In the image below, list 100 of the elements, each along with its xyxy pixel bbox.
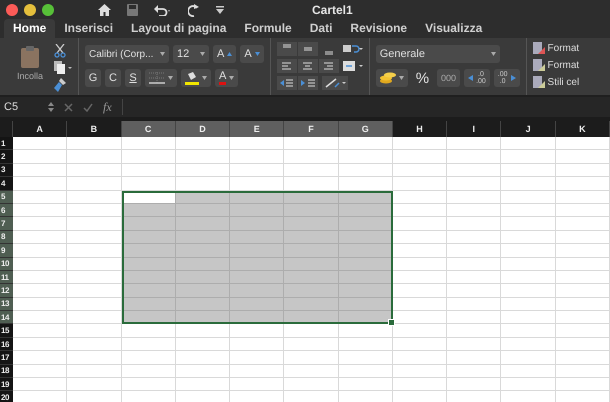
selected-cell[interactable] <box>230 270 284 284</box>
table-cell[interactable] <box>501 364 556 378</box>
table-cell[interactable] <box>230 351 284 365</box>
table-cell[interactable] <box>447 284 502 298</box>
row-header[interactable]: 19 <box>0 378 13 392</box>
table-cell[interactable] <box>13 204 68 218</box>
table-cell[interactable] <box>338 324 393 338</box>
percent-button[interactable]: % <box>412 69 434 87</box>
table-cell[interactable] <box>284 137 339 150</box>
selected-cell[interactable] <box>122 217 176 231</box>
column-header[interactable]: F <box>284 121 339 137</box>
table-cell[interactable] <box>13 244 68 258</box>
table-cell[interactable] <box>447 298 502 312</box>
column-header[interactable]: H <box>392 121 448 137</box>
table-cell[interactable] <box>13 164 68 178</box>
table-cell[interactable] <box>501 150 556 164</box>
row-header[interactable]: 6 <box>0 204 13 218</box>
ribbon-tab[interactable]: Layout di pagina <box>122 19 236 38</box>
selected-cell[interactable] <box>284 258 339 271</box>
check-icon[interactable] <box>83 102 93 112</box>
table-cell[interactable] <box>176 378 230 392</box>
table-cell[interactable] <box>501 217 556 231</box>
column-header[interactable]: J <box>501 121 556 137</box>
style-button[interactable]: Format <box>532 57 580 73</box>
column-header[interactable]: I <box>447 121 502 137</box>
table-cell[interactable] <box>501 378 556 392</box>
table-cell[interactable] <box>13 230 68 244</box>
table-cell[interactable] <box>122 378 176 392</box>
table-cell[interactable] <box>447 190 502 204</box>
table-cell[interactable] <box>447 351 502 365</box>
table-cell[interactable] <box>556 164 610 178</box>
select-all-button[interactable] <box>0 121 13 137</box>
table-cell[interactable] <box>13 190 68 204</box>
selected-cell[interactable] <box>176 258 230 271</box>
row-header[interactable]: 20 <box>0 391 13 402</box>
style-button[interactable]: Stili cel <box>532 74 580 90</box>
undo-icon[interactable] <box>154 4 172 16</box>
table-cell[interactable] <box>67 311 122 324</box>
table-cell[interactable] <box>230 378 284 392</box>
minimize-button[interactable] <box>24 4 36 16</box>
table-cell[interactable] <box>556 364 610 378</box>
table-cell[interactable] <box>447 270 502 284</box>
selected-cell[interactable] <box>230 230 284 244</box>
table-cell[interactable] <box>338 378 393 392</box>
table-cell[interactable] <box>338 338 393 352</box>
table-cell[interactable] <box>67 204 122 218</box>
table-cell[interactable] <box>556 338 610 352</box>
table-cell[interactable] <box>501 311 556 324</box>
selected-cell[interactable] <box>176 270 230 284</box>
ribbon-tab[interactable]: Visualizza <box>416 19 492 38</box>
redo-icon[interactable] <box>188 4 200 16</box>
table-cell[interactable] <box>447 378 502 392</box>
table-cell[interactable] <box>447 364 502 378</box>
table-cell[interactable] <box>230 364 284 378</box>
table-cell[interactable] <box>284 150 339 164</box>
table-cell[interactable] <box>447 258 502 271</box>
scissors-icon[interactable] <box>54 44 66 58</box>
table-cell[interactable] <box>556 298 610 312</box>
table-cell[interactable] <box>338 137 393 150</box>
selected-cell[interactable] <box>176 230 230 244</box>
table-cell[interactable] <box>230 164 284 178</box>
table-cell[interactable] <box>556 324 610 338</box>
table-cell[interactable] <box>556 230 610 244</box>
selected-cell[interactable] <box>284 284 339 298</box>
row-header[interactable]: 7 <box>0 217 13 231</box>
selected-cell[interactable] <box>338 244 393 258</box>
table-cell[interactable] <box>501 190 556 204</box>
column-header[interactable]: D <box>176 121 230 137</box>
table-cell[interactable] <box>67 270 122 284</box>
table-cell[interactable] <box>556 311 610 324</box>
selected-cell[interactable] <box>230 244 284 258</box>
table-cell[interactable] <box>122 150 176 164</box>
row-header[interactable]: 16 <box>0 338 13 352</box>
row-header[interactable]: 13 <box>0 298 13 312</box>
selected-cell[interactable] <box>284 298 339 312</box>
table-cell[interactable] <box>392 137 448 150</box>
table-cell[interactable] <box>122 364 176 378</box>
table-cell[interactable] <box>501 258 556 271</box>
table-cell[interactable] <box>13 364 68 378</box>
selected-cell[interactable] <box>284 230 339 244</box>
table-cell[interactable] <box>447 324 502 338</box>
customize-icon[interactable] <box>216 6 224 14</box>
table-cell[interactable] <box>176 137 230 150</box>
table-cell[interactable] <box>67 164 122 178</box>
table-cell[interactable] <box>501 270 556 284</box>
table-cell[interactable] <box>13 351 68 365</box>
table-cell[interactable] <box>67 324 122 338</box>
merge-cells-icon[interactable] <box>342 59 363 73</box>
selected-cell[interactable] <box>284 244 339 258</box>
row-header[interactable]: 5 <box>0 190 13 204</box>
cancel-icon[interactable] <box>64 102 73 112</box>
table-cell[interactable] <box>122 391 176 402</box>
table-cell[interactable] <box>447 311 502 324</box>
wrap-text-icon[interactable] <box>342 42 363 56</box>
ribbon-tab[interactable]: Inserisci <box>55 19 122 38</box>
row-header[interactable]: 1 <box>0 137 13 150</box>
table-cell[interactable] <box>447 244 502 258</box>
indent-icons[interactable] <box>276 76 318 90</box>
table-cell[interactable] <box>338 150 393 164</box>
ribbon-tab[interactable]: Dati <box>300 19 342 38</box>
